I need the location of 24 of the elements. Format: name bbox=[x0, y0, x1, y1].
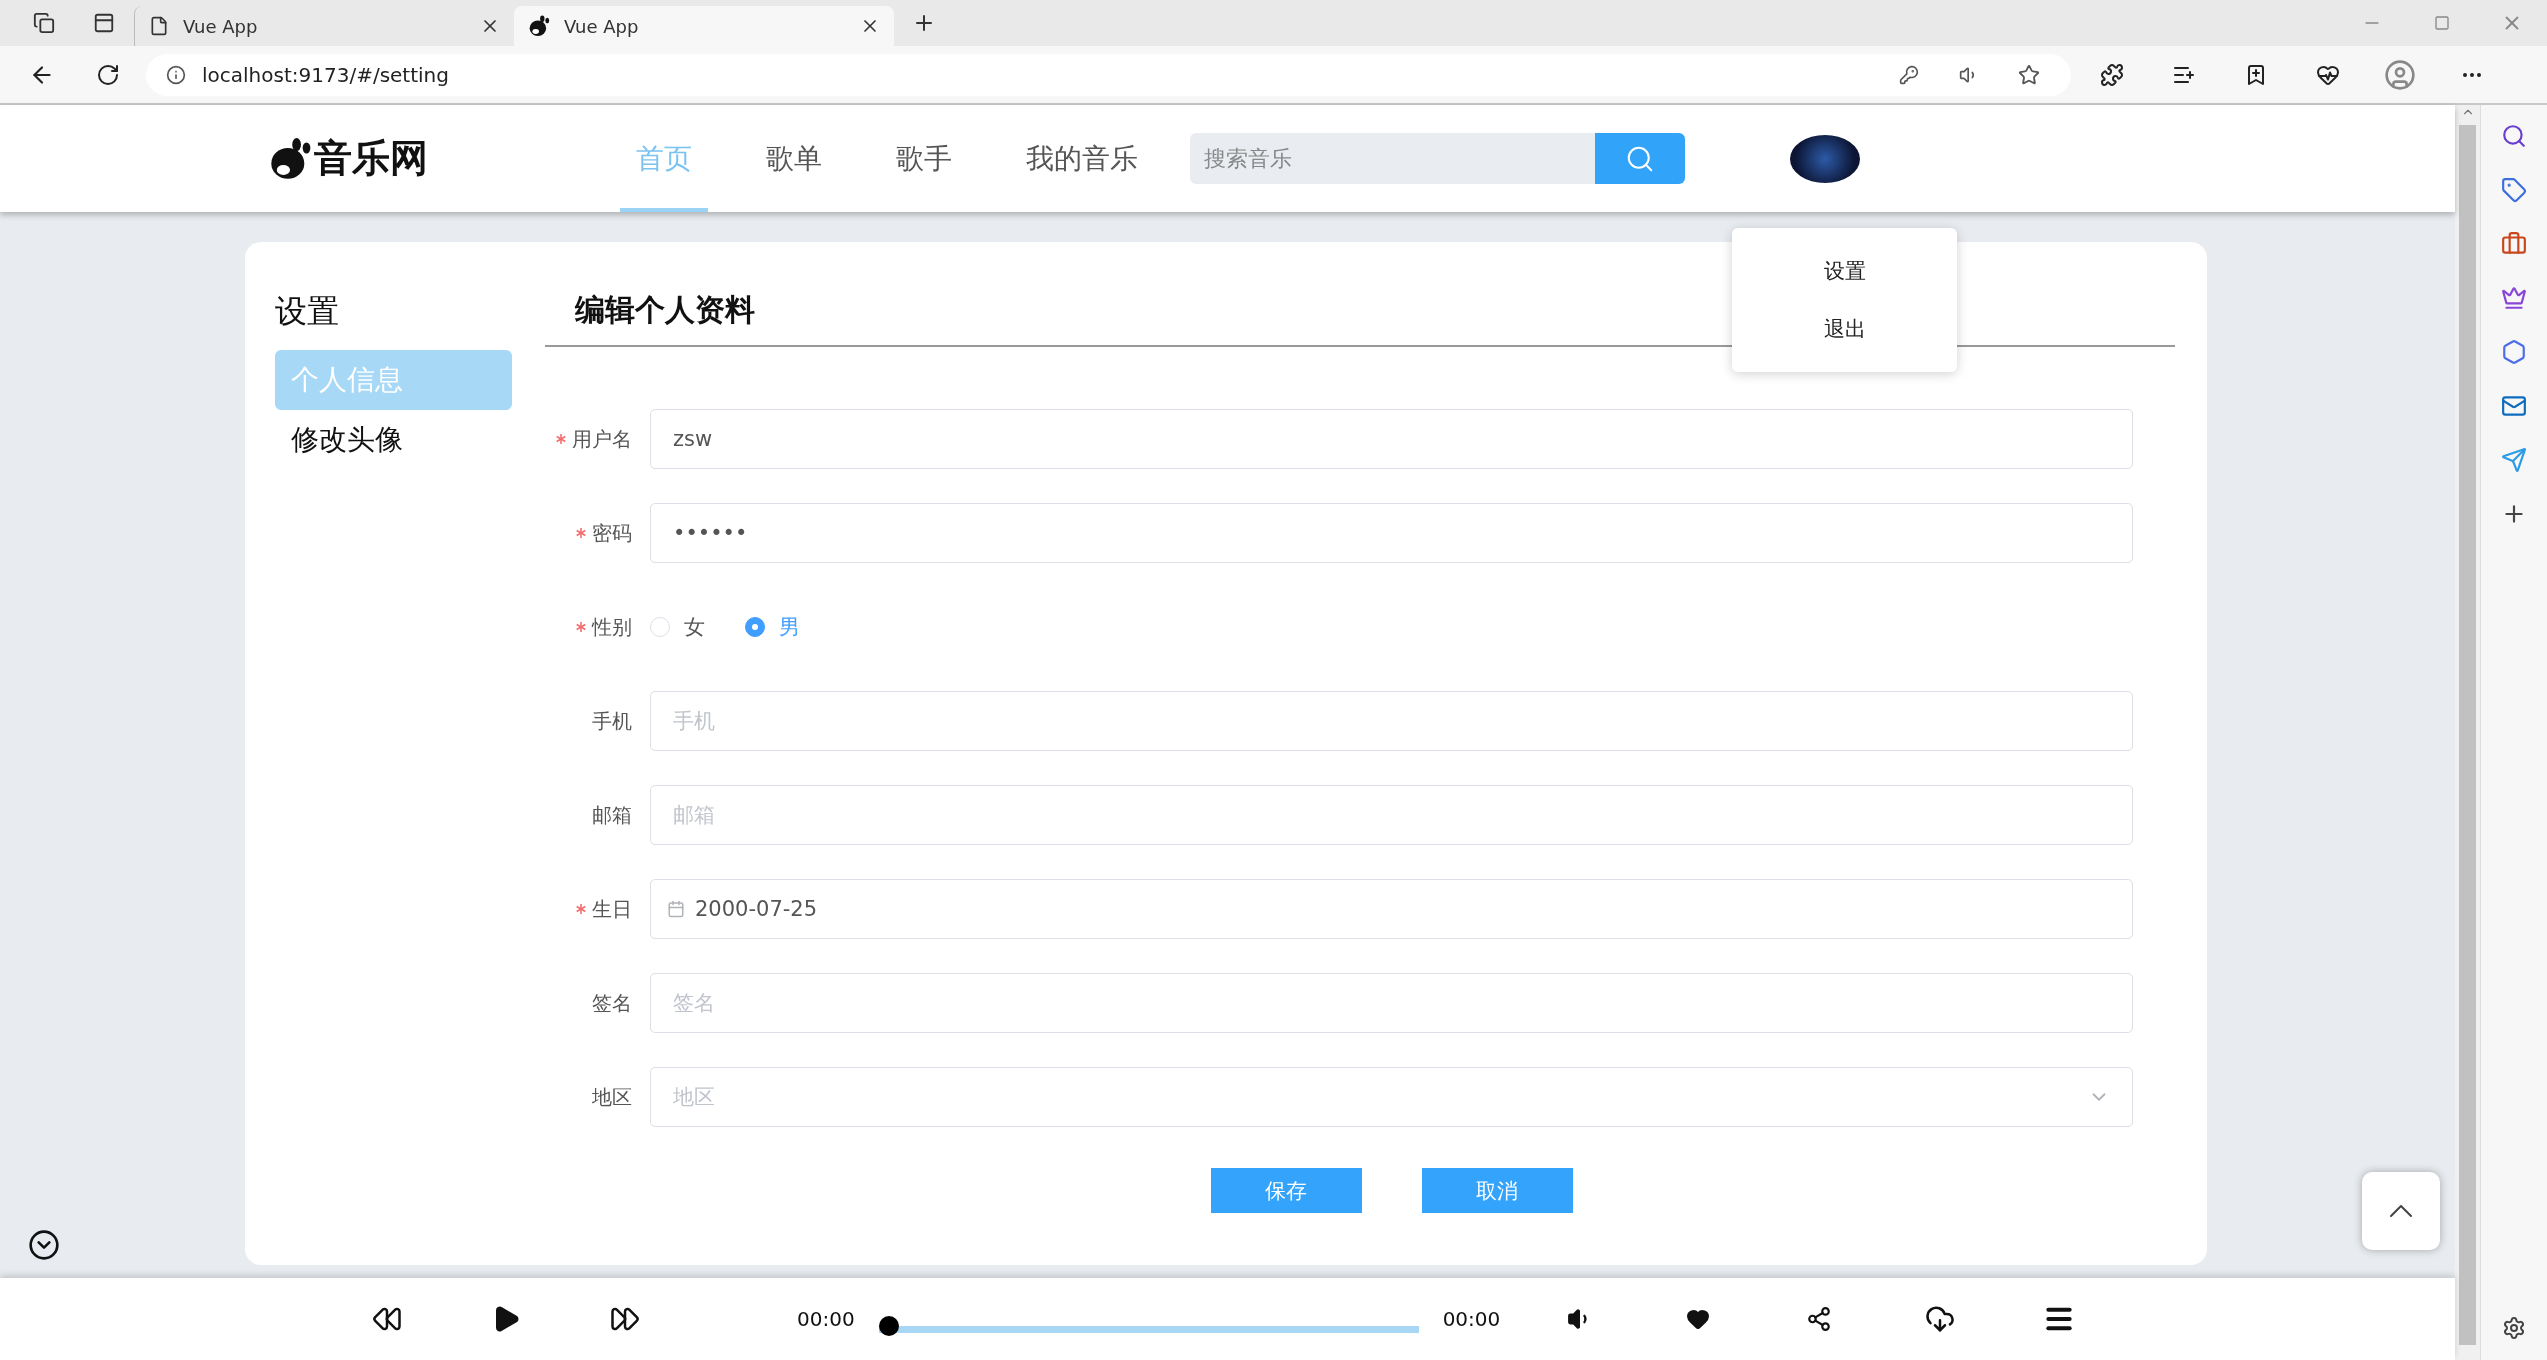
field-label: 性别 bbox=[576, 613, 632, 641]
menu-item[interactable]: 退出 bbox=[1732, 300, 1957, 358]
field-label: 签名 bbox=[592, 989, 632, 1017]
field-label: 邮箱 bbox=[592, 801, 632, 829]
text-field[interactable]: zsw bbox=[650, 409, 2133, 469]
current-time: 00:00 bbox=[797, 1307, 855, 1331]
date-field[interactable]: 2000-07-25 bbox=[650, 879, 2133, 939]
field-label: 用户名 bbox=[556, 425, 632, 453]
field-label: 手机 bbox=[592, 707, 632, 735]
browser-tab[interactable]: Vue App bbox=[514, 6, 894, 46]
text-field[interactable]: •••••• bbox=[650, 503, 2133, 563]
nav-link[interactable]: 我的音乐 bbox=[1010, 105, 1154, 212]
menu-item[interactable]: 设置 bbox=[1732, 242, 1957, 300]
settings-menu-item[interactable]: 修改头像 bbox=[275, 410, 512, 470]
field-label: 地区 bbox=[592, 1083, 632, 1111]
nav-link[interactable]: 歌单 bbox=[750, 105, 838, 212]
nav-link[interactable]: 歌手 bbox=[880, 105, 968, 212]
field-label: 密码 bbox=[576, 519, 632, 547]
field-label: 生日 bbox=[576, 895, 632, 923]
total-time: 00:00 bbox=[1442, 1307, 1501, 1331]
settings-title: 设置 bbox=[275, 291, 340, 332]
search-field[interactable]: 搜索音乐 bbox=[1190, 133, 1595, 184]
radio-option[interactable]: 女 bbox=[650, 613, 705, 641]
site-logo[interactable]: 音乐网 bbox=[314, 133, 428, 184]
